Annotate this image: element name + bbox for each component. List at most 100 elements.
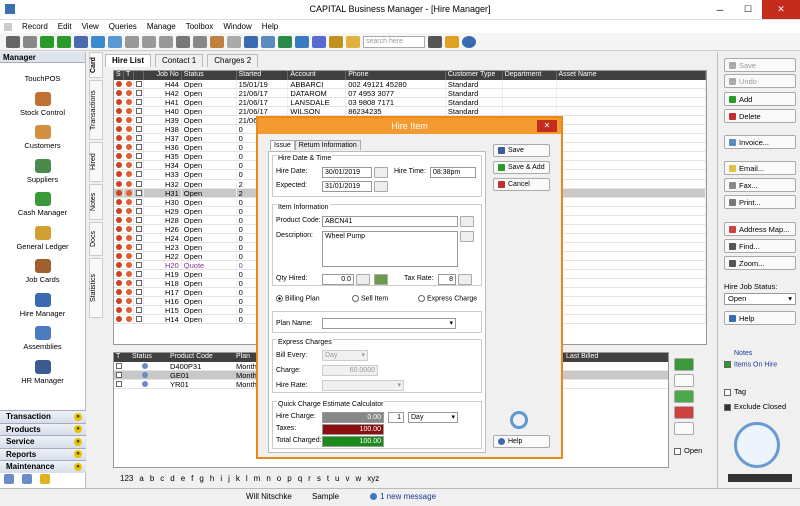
- grid-icon[interactable]: [4, 474, 14, 484]
- menu-edit[interactable]: Edit: [58, 22, 72, 31]
- sell-item-radio[interactable]: Sell Item: [352, 295, 388, 302]
- expected-date-input[interactable]: 31/01/2019: [322, 181, 372, 192]
- tab-return-information[interactable]: Return Information: [294, 140, 361, 150]
- alphabet-letter[interactable]: p: [287, 474, 291, 484]
- print-icon[interactable]: [176, 35, 190, 48]
- alphabet-letter[interactable]: b: [150, 474, 154, 484]
- alphabet-letter[interactable]: n: [266, 474, 270, 484]
- open-checkbox[interactable]: Open: [674, 446, 702, 455]
- alphabet-letter[interactable]: o: [277, 474, 281, 484]
- items-on-hire-link[interactable]: Items On Hire: [724, 361, 777, 368]
- folder-icon[interactable]: [346, 35, 360, 48]
- link-icon[interactable]: [22, 474, 32, 484]
- find-button[interactable]: Find...: [724, 239, 796, 253]
- email-button[interactable]: Email...: [724, 161, 796, 175]
- maximize-button[interactable]: ☐: [734, 0, 762, 19]
- save-icon[interactable]: [74, 35, 88, 48]
- copy-icon[interactable]: [142, 35, 156, 48]
- invoice-button[interactable]: Invoice...: [724, 135, 796, 149]
- back-arrow-icon[interactable]: [40, 35, 54, 48]
- menu-view[interactable]: View: [82, 22, 99, 31]
- tab-docs[interactable]: Docs: [89, 222, 103, 256]
- alphabet-letter[interactable]: s: [317, 474, 321, 484]
- alphabet-letter[interactable]: l: [246, 474, 248, 484]
- row-checkbox[interactable]: [135, 162, 142, 169]
- remove-item-button[interactable]: [674, 406, 694, 419]
- hire-rate-select[interactable]: ▾: [322, 380, 404, 391]
- product-code-input[interactable]: ABCN41: [322, 216, 458, 227]
- menu-queries[interactable]: Queries: [109, 22, 137, 31]
- sidebar-item-job-cards[interactable]: Job Cards: [0, 253, 85, 287]
- row-checkbox[interactable]: [135, 189, 142, 196]
- calculator-icon[interactable]: [374, 274, 388, 285]
- alphabet-letter[interactable]: xyz: [367, 474, 379, 484]
- refresh-icon[interactable]: [91, 35, 105, 48]
- search-input[interactable]: search here: [363, 35, 425, 48]
- alphabet-letter[interactable]: t: [327, 474, 329, 484]
- menu-manage[interactable]: Manage: [147, 22, 176, 31]
- email-icon[interactable]: [227, 35, 241, 48]
- table-row[interactable]: H42 Open 21/06/17 DATAROM 07 4953 3077 Standa…: [114, 89, 706, 99]
- delete-button[interactable]: Delete: [724, 109, 796, 123]
- row-checkbox[interactable]: [135, 234, 142, 241]
- row-checkbox[interactable]: [135, 153, 142, 160]
- dialog-close-button[interactable]: ✕: [537, 120, 557, 132]
- row-checkbox[interactable]: [116, 381, 122, 387]
- palette-icon[interactable]: [329, 35, 343, 48]
- alphabet-letter[interactable]: e: [181, 474, 185, 484]
- add-icon[interactable]: [125, 35, 139, 48]
- alphabet-letter[interactable]: m: [254, 474, 261, 484]
- binoculars-icon[interactable]: [428, 35, 442, 48]
- express-charge-radio[interactable]: Express Charge: [418, 295, 477, 302]
- info-icon[interactable]: [462, 35, 476, 48]
- table-row[interactable]: H44 Open 15/01/19 ABBARCI 002 49121 45280 Sta…: [114, 80, 706, 90]
- row-checkbox[interactable]: [135, 81, 142, 87]
- tax-rate-input[interactable]: 8: [438, 274, 456, 285]
- undo-button[interactable]: Undo: [724, 74, 796, 88]
- tab-card[interactable]: Card: [89, 52, 103, 78]
- save-button[interactable]: Save: [724, 58, 796, 72]
- units-select[interactable]: Day ▾: [408, 412, 458, 423]
- row-checkbox[interactable]: [135, 171, 142, 178]
- menu-app-icon[interactable]: [4, 22, 12, 31]
- lookup-icon[interactable]: [356, 274, 370, 285]
- favorites-icon[interactable]: [445, 35, 459, 48]
- row-checkbox[interactable]: [135, 307, 142, 314]
- world-icon[interactable]: [295, 35, 309, 48]
- calendar-icon[interactable]: [374, 167, 388, 178]
- address-map-button[interactable]: Address Map...: [724, 222, 796, 236]
- row-checkbox[interactable]: [135, 144, 142, 151]
- lookup-icon[interactable]: [460, 231, 474, 242]
- alphabet-letter[interactable]: 123: [120, 474, 133, 484]
- preview-icon[interactable]: [193, 35, 207, 48]
- alphabet-letter[interactable]: h: [210, 474, 214, 484]
- row-checkbox[interactable]: [135, 270, 142, 277]
- tab-charges[interactable]: Charges 2: [207, 54, 259, 67]
- menu-record[interactable]: Record: [22, 22, 48, 31]
- plan-name-select[interactable]: ▾: [322, 318, 456, 329]
- row-checkbox[interactable]: [135, 126, 142, 133]
- row-checkbox[interactable]: [135, 316, 142, 323]
- row-checkbox[interactable]: [135, 280, 142, 287]
- qty-hired-input[interactable]: 0.0: [322, 274, 354, 285]
- section-reports[interactable]: Reports»: [0, 447, 86, 460]
- row-checkbox[interactable]: [116, 372, 122, 378]
- menu-help[interactable]: Help: [262, 22, 278, 31]
- row-checkbox[interactable]: [135, 99, 142, 106]
- sidebar-item-suppliers[interactable]: Suppliers: [0, 152, 85, 186]
- print-button[interactable]: Print...: [724, 195, 796, 209]
- hire-job-status-select[interactable]: Open ▾: [724, 293, 796, 305]
- search-item-button[interactable]: [674, 422, 694, 435]
- section-transaction[interactable]: Transaction»: [0, 410, 86, 423]
- status-message[interactable]: 1 new message: [380, 492, 436, 501]
- tab-hire-list[interactable]: Hire List: [105, 54, 152, 67]
- link-icon[interactable]: [23, 35, 37, 48]
- row-checkbox[interactable]: [135, 198, 142, 205]
- sidebar-item-cash-manager[interactable]: Cash Manager: [0, 186, 85, 220]
- zoom-button[interactable]: Zoom...: [724, 256, 796, 270]
- alphabet-letter[interactable]: f: [191, 474, 193, 484]
- row-checkbox[interactable]: [135, 135, 142, 142]
- table-icon[interactable]: [261, 35, 275, 48]
- tab-notes[interactable]: Notes: [89, 184, 103, 220]
- forward-arrow-icon[interactable]: [57, 35, 71, 48]
